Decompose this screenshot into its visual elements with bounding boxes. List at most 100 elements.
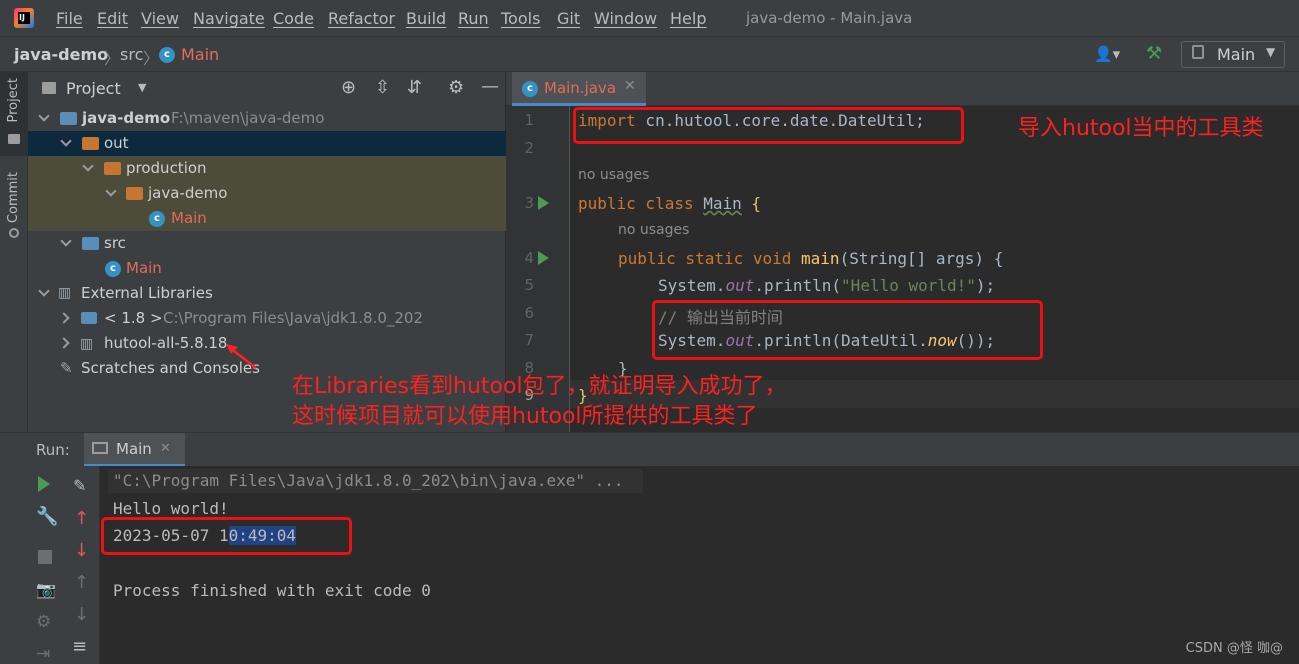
breadcrumb-separator-icon: 〉 <box>104 49 121 68</box>
rerun-icon[interactable] <box>38 476 50 492</box>
menu-build[interactable]: Build <box>406 9 446 28</box>
menu-file[interactable]: File <box>56 9 83 28</box>
tab-main-java[interactable]: c Main.java ✕ <box>512 72 646 106</box>
close-icon[interactable]: ✕ <box>624 78 636 94</box>
menu-navigate[interactable]: Navigate <box>193 9 265 28</box>
tree-item-out[interactable]: out <box>28 131 506 156</box>
chevron-down-icon[interactable]: ▼ <box>138 81 146 94</box>
dateutil-highlight-box <box>652 300 1043 360</box>
tree-item-external-libraries[interactable]: ▥ External Libraries <box>28 281 506 306</box>
chevron-down-icon: ▼ <box>1266 45 1276 59</box>
module-folder-icon <box>60 112 77 125</box>
scroll-down-icon[interactable]: ↓ <box>74 604 89 625</box>
stop-icon[interactable] <box>38 550 52 564</box>
build-hammer-icon[interactable]: ⚒ <box>1146 43 1162 64</box>
chevron-right-icon[interactable] <box>58 312 70 324</box>
libraries-annotation-line-2: 这时候项目就可以使用hutool所提供的工具类了 <box>292 404 758 429</box>
tree-label: src <box>104 234 126 252</box>
chevron-right-icon[interactable] <box>58 337 70 349</box>
project-panel-title[interactable]: Project <box>66 79 121 98</box>
run-console[interactable]: "C:\Program Files\Java\jdk1.8.0_202\bin\… <box>100 466 1299 664</box>
breadcrumb-separator-icon: 〉 <box>143 49 160 68</box>
code-line-4: public static void main(String[] args) { <box>618 249 1004 268</box>
left-tool-strip: Project Commit <box>0 72 28 432</box>
code-line-3: public class Main { <box>578 194 762 213</box>
wrench-icon[interactable]: 🔧 <box>36 506 58 527</box>
line-number: 2 <box>524 139 534 157</box>
class-icon: c <box>522 81 538 97</box>
tree-item-java-demo[interactable]: java-demo F:\maven\java-demo <box>28 106 506 131</box>
run-config-selector[interactable]: Main ▼ <box>1181 41 1285 68</box>
locate-icon[interactable]: ⊕ <box>341 77 356 98</box>
run-gutter-icon[interactable] <box>538 196 549 210</box>
settings-icon[interactable]: ⚙ <box>36 612 51 632</box>
expand-all-icon[interactable]: ⇳ <box>375 77 390 98</box>
tree-item-src[interactable]: src <box>28 231 506 256</box>
folder-icon <box>82 137 99 150</box>
line-number: 7 <box>524 331 534 349</box>
library-icon: ▥ <box>58 285 72 301</box>
camera-icon[interactable]: 📷 <box>36 580 56 599</box>
source-folder-icon <box>82 237 99 250</box>
menu-refactor[interactable]: Refactor <box>328 9 395 28</box>
line-number: 3 <box>524 194 534 212</box>
arrow-down-icon[interactable]: ↓ <box>74 540 89 561</box>
user-icon[interactable]: 👤▾ <box>1094 45 1120 63</box>
navigation-bar: java-demo 〉 src 〉 c Main 👤▾ ⚒ Main ▼ <box>0 36 1299 72</box>
menu-git[interactable]: Git <box>557 9 580 28</box>
collapse-all-icon[interactable]: ⇵ <box>407 77 422 98</box>
import-highlight-box <box>573 107 964 144</box>
menu-edit[interactable]: Edit <box>97 9 128 28</box>
console-exit-message: Process finished with exit code 0 <box>113 581 431 600</box>
project-tool-tab[interactable]: Project <box>0 72 28 156</box>
menu-run[interactable]: Run <box>458 9 489 28</box>
arrow-up-icon[interactable]: ↑ <box>74 508 89 529</box>
chevron-down-icon[interactable] <box>60 135 72 147</box>
commit-tool-tab[interactable]: Commit <box>0 168 28 244</box>
close-icon[interactable]: ✕ <box>160 441 171 456</box>
commit-icon <box>9 228 19 238</box>
scroll-up-icon[interactable]: ↑ <box>74 572 89 593</box>
tree-item-production[interactable]: production <box>28 156 506 181</box>
chevron-down-icon[interactable] <box>60 235 72 247</box>
tree-item-java-demo-output[interactable]: java-demo <box>28 181 506 206</box>
menu-help[interactable]: Help <box>670 9 706 28</box>
menu-window[interactable]: Window <box>594 9 657 28</box>
clear-console-icon[interactable]: ✎ <box>73 476 86 495</box>
class-icon: c <box>159 47 175 63</box>
tree-item-main-class[interactable]: c Main <box>28 256 506 281</box>
run-tab-main[interactable]: Main ✕ <box>84 433 185 467</box>
menu-view[interactable]: View <box>141 9 179 28</box>
no-usages-hint[interactable]: no usages <box>618 222 689 238</box>
breadcrumb-project[interactable]: java-demo <box>14 45 108 64</box>
tree-item-jdk[interactable]: < 1.8 > C:\Program Files\Java\jdk1.8.0_2… <box>28 306 506 331</box>
breadcrumb-main[interactable]: Main <box>181 45 219 64</box>
tab-label: Main.java <box>544 79 617 97</box>
breadcrumb-src[interactable]: src <box>120 45 143 64</box>
chevron-down-icon[interactable] <box>82 160 94 172</box>
line-number: 4 <box>524 249 534 267</box>
run-label: Run: <box>36 441 70 459</box>
gear-icon[interactable]: ⚙ <box>448 77 464 98</box>
exit-icon[interactable]: ⇥ <box>36 644 50 664</box>
chevron-down-icon[interactable] <box>38 110 50 122</box>
commit-tab-label: Commit <box>6 172 21 224</box>
no-usages-hint[interactable]: no usages <box>578 167 649 183</box>
tree-item-main-class-output[interactable]: c Main <box>28 206 506 231</box>
tree-label: < 1.8 > <box>104 309 163 327</box>
run-gutter-icon[interactable] <box>538 251 549 265</box>
folder-icon <box>8 134 20 144</box>
tree-label: java-demo <box>148 184 228 202</box>
chevron-down-icon[interactable] <box>38 285 50 297</box>
editor-tab-bar: c Main.java ✕ <box>506 72 1299 106</box>
chevron-down-icon[interactable] <box>105 185 117 197</box>
soft-wrap-icon[interactable]: ≡ <box>72 636 87 657</box>
minimize-icon[interactable]: — <box>481 76 499 97</box>
tree-item-hutool-library[interactable]: ▥ hutool-all-5.8.18 <box>28 331 506 356</box>
annotation-arrow-icon <box>226 344 257 369</box>
config-icon <box>1192 45 1204 59</box>
project-tab-label: Project <box>6 78 21 123</box>
run-toolbar-primary: 🔧 📷 ⚙ ⇥ <box>0 466 64 664</box>
menu-code[interactable]: Code <box>273 9 314 28</box>
menu-tools[interactable]: Tools <box>501 9 540 28</box>
